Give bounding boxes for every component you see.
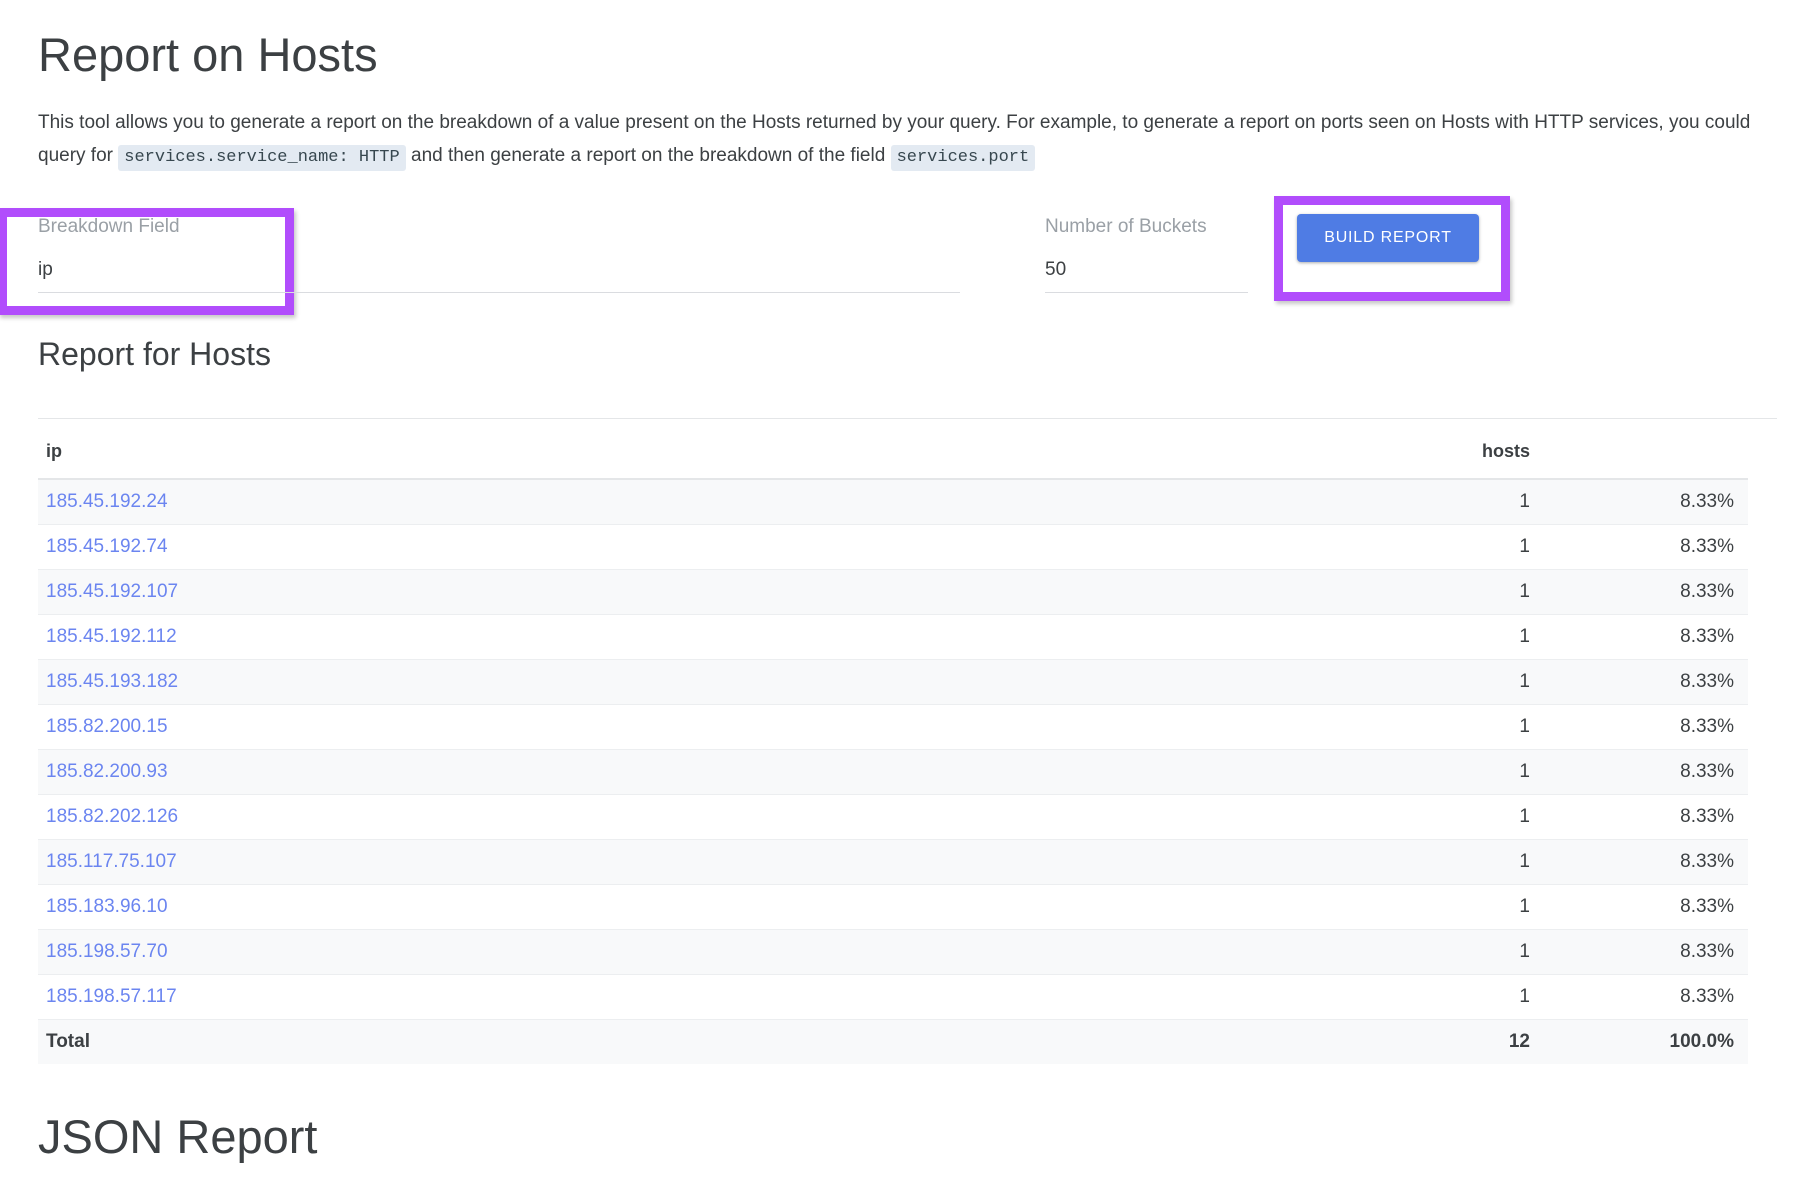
inline-code-services-port: services.port [890,145,1036,171]
table-total-row: Total 12 100.0% [38,1019,1748,1064]
table-cell-host-count: 1 [1260,839,1530,885]
ip-link[interactable]: 185.82.202.126 [46,806,178,827]
table-row: 185.183.96.10 1 8.33% [38,884,1748,930]
table-cell-percent: 8.33% [1530,479,1748,525]
table-cell-host-count: 1 [1260,704,1530,750]
table-cell-host-count: 1 [1260,614,1530,660]
table-cell-percent: 8.33% [1530,569,1748,615]
breakdown-field-input[interactable]: ip [38,258,960,282]
table-row: 185.45.192.112 1 8.33% [38,614,1748,660]
page-title: Report on Hosts [38,28,378,81]
json-report-title: JSON Report [38,1110,318,1163]
total-percent: 100.0% [1530,1019,1748,1064]
table-cell-ip: 185.45.192.24 [38,479,1260,525]
table-cell-ip: 185.117.75.107 [38,839,1260,885]
table-row: 185.82.202.126 1 8.33% [38,794,1748,840]
report-table: ip hosts 185.45.192.24 1 8.33% 185.45.192.7… [38,419,1748,1064]
page-description: This tool allows you to generate a repor… [38,84,1777,174]
ip-link[interactable]: 185.45.192.107 [46,581,178,602]
column-header-percent [1530,419,1748,480]
column-header-ip: ip [38,419,1260,480]
report-form: Breakdown Field ip Number of Buckets 50 … [0,186,1777,315]
ip-link[interactable]: 185.82.200.93 [46,761,168,782]
table-cell-percent: 8.33% [1530,704,1748,750]
table-cell-percent: 8.33% [1530,659,1748,705]
buckets-field-group: Number of Buckets 50 [1045,216,1248,293]
table-header-row: ip hosts [38,419,1748,480]
table-row: 185.117.75.107 1 8.33% [38,839,1748,885]
breakdown-field-group: Breakdown Field ip [38,216,960,293]
table-cell-ip: 185.45.192.74 [38,524,1260,570]
report-table-head: ip hosts [38,419,1748,480]
table-row: 185.45.193.182 1 8.33% [38,659,1748,705]
ip-link[interactable]: 185.183.96.10 [46,896,168,917]
ip-link[interactable]: 185.45.192.112 [46,626,177,647]
table-cell-ip: 185.198.57.117 [38,974,1260,1020]
table-cell-percent: 8.33% [1530,884,1748,930]
table-cell-ip: 185.82.200.93 [38,749,1260,795]
breakdown-field-underline [38,292,960,293]
table-cell-percent: 8.33% [1530,614,1748,660]
table-cell-ip: 185.45.193.182 [38,659,1260,705]
table-cell-host-count: 1 [1260,794,1530,840]
report-table-body: 185.45.192.24 1 8.33% 185.45.192.74 1 8.33% 18… [38,479,1748,1064]
buckets-field-input[interactable]: 50 [1045,258,1248,282]
table-cell-ip: 185.198.57.70 [38,929,1260,975]
table-cell-host-count: 1 [1260,659,1530,705]
table-cell-ip: 185.45.192.112 [38,614,1260,660]
ip-link[interactable]: 185.45.192.74 [46,536,168,557]
report-on-hosts-page: Report on Hosts This tool allows you to … [0,0,1815,1187]
total-host-count: 12 [1260,1019,1530,1064]
table-cell-host-count: 1 [1260,524,1530,570]
table-cell-percent: 8.33% [1530,524,1748,570]
table-cell-percent: 8.33% [1530,929,1748,975]
ip-link[interactable]: 185.82.200.15 [46,716,168,737]
intro-text-part-2: and then generate a report on the breakd… [405,145,891,166]
table-cell-ip: 185.82.202.126 [38,794,1260,840]
table-cell-host-count: 1 [1260,749,1530,795]
table-row: 185.45.192.74 1 8.33% [38,524,1748,570]
table-cell-host-count: 1 [1260,929,1530,975]
ip-link[interactable]: 185.45.193.182 [46,671,178,692]
column-header-hosts: hosts [1260,419,1530,480]
table-cell-host-count: 1 [1260,569,1530,615]
table-cell-percent: 8.33% [1530,974,1748,1020]
table-row: 185.198.57.70 1 8.33% [38,929,1748,975]
ip-link[interactable]: 185.198.57.70 [46,941,168,962]
inline-code-service-name: services.service_name: HTTP [118,145,406,171]
report-section-title: Report for Hosts [38,336,271,372]
total-label: Total [38,1019,1260,1064]
table-row: 185.82.200.93 1 8.33% [38,749,1748,795]
table-cell-percent: 8.33% [1530,794,1748,840]
table-row: 185.45.192.24 1 8.33% [38,479,1748,525]
table-cell-host-count: 1 [1260,479,1530,525]
table-cell-ip: 185.82.200.15 [38,704,1260,750]
ip-link[interactable]: 185.117.75.107 [46,851,177,872]
build-report-button[interactable]: BUILD REPORT [1297,214,1479,262]
table-cell-ip: 185.45.192.107 [38,569,1260,615]
buckets-field-underline [1045,292,1248,293]
table-cell-host-count: 1 [1260,884,1530,930]
table-cell-host-count: 1 [1260,974,1530,1020]
table-cell-percent: 8.33% [1530,839,1748,885]
table-cell-percent: 8.33% [1530,749,1748,795]
table-row: 185.82.200.15 1 8.33% [38,704,1748,750]
table-row: 185.198.57.117 1 8.33% [38,974,1748,1020]
buckets-field-label: Number of Buckets [1045,216,1207,237]
ip-link[interactable]: 185.198.57.117 [46,986,177,1007]
breakdown-field-label: Breakdown Field [38,216,180,237]
table-cell-ip: 185.183.96.10 [38,884,1260,930]
table-row: 185.45.192.107 1 8.33% [38,569,1748,615]
ip-link[interactable]: 185.45.192.24 [46,491,168,512]
